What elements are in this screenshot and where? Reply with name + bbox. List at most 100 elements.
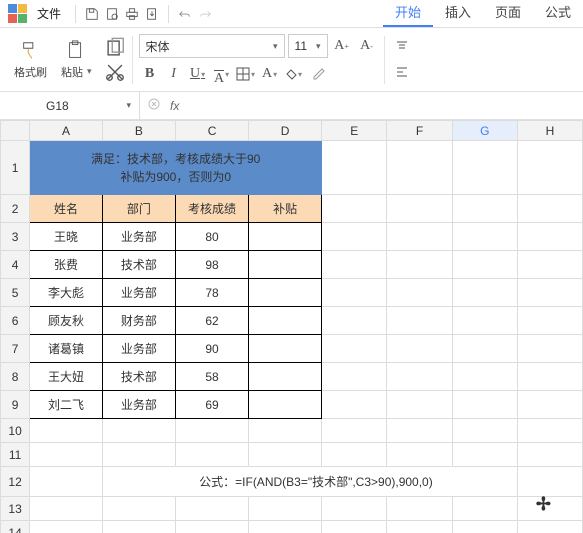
title-cell[interactable]: 满足：技术部，考核成绩大于90补贴为900，否则为0: [30, 141, 322, 195]
cell[interactable]: [518, 335, 583, 363]
cell[interactable]: [387, 279, 452, 307]
formula-display[interactable]: 公式：=IF(AND(B3="技术部",C3>90),900,0): [102, 467, 517, 497]
cell[interactable]: [387, 363, 452, 391]
cell[interactable]: [30, 419, 103, 443]
cell[interactable]: [518, 307, 583, 335]
cell[interactable]: [30, 443, 103, 467]
data-score[interactable]: 62: [175, 307, 248, 335]
col-header-C[interactable]: C: [175, 121, 248, 141]
cell[interactable]: [387, 391, 452, 419]
cell[interactable]: [175, 419, 248, 443]
row-header-6[interactable]: 6: [1, 307, 30, 335]
cell[interactable]: [518, 279, 583, 307]
tab-insert[interactable]: 插入: [433, 0, 483, 27]
cell[interactable]: [518, 467, 583, 497]
col-header-H[interactable]: H: [518, 121, 583, 141]
data-name[interactable]: 诸葛镇: [30, 335, 103, 363]
app-grid-icon[interactable]: [8, 4, 27, 23]
align-left-icon[interactable]: [391, 61, 413, 83]
cell[interactable]: [322, 497, 387, 521]
cell[interactable]: [518, 223, 583, 251]
cell[interactable]: [452, 195, 517, 223]
row-header-3[interactable]: 3: [1, 223, 30, 251]
cell[interactable]: [322, 443, 387, 467]
cell[interactable]: [249, 521, 322, 533]
cell[interactable]: [30, 467, 103, 497]
cell[interactable]: [387, 251, 452, 279]
row-header-7[interactable]: 7: [1, 335, 30, 363]
preview-icon[interactable]: [104, 6, 120, 22]
clear-format-button[interactable]: [307, 63, 329, 85]
cell[interactable]: [387, 419, 452, 443]
tab-page[interactable]: 页面: [483, 0, 533, 27]
font-name-select[interactable]: 宋体 ▾: [139, 34, 285, 58]
row-header-2[interactable]: 2: [1, 195, 30, 223]
cell[interactable]: [249, 497, 322, 521]
cell[interactable]: [387, 335, 452, 363]
cell[interactable]: [452, 307, 517, 335]
font-color-button[interactable]: A: [259, 63, 281, 85]
data-score[interactable]: 80: [175, 223, 248, 251]
cell[interactable]: [452, 279, 517, 307]
cell[interactable]: [387, 223, 452, 251]
cell[interactable]: [518, 521, 583, 533]
cell[interactable]: [322, 251, 387, 279]
col-header-G[interactable]: G: [452, 121, 517, 141]
cell[interactable]: [387, 443, 452, 467]
strike-button[interactable]: A: [211, 63, 233, 85]
cell[interactable]: [175, 443, 248, 467]
col-header-B[interactable]: B: [102, 121, 175, 141]
cell[interactable]: [249, 443, 322, 467]
underline-button[interactable]: U: [187, 63, 209, 85]
cell[interactable]: [452, 251, 517, 279]
cell[interactable]: [518, 251, 583, 279]
data-dept[interactable]: 业务部: [102, 391, 175, 419]
cell[interactable]: [322, 141, 387, 195]
data-score[interactable]: 58: [175, 363, 248, 391]
data-score[interactable]: 69: [175, 391, 248, 419]
cell[interactable]: [175, 497, 248, 521]
cell[interactable]: [30, 521, 103, 533]
border-button[interactable]: [235, 63, 257, 85]
cell[interactable]: [102, 419, 175, 443]
col-header-A[interactable]: A: [30, 121, 103, 141]
cell[interactable]: [452, 335, 517, 363]
cell[interactable]: [322, 307, 387, 335]
col-header-E[interactable]: E: [322, 121, 387, 141]
row-header-12[interactable]: 12: [1, 467, 30, 497]
data-score[interactable]: 78: [175, 279, 248, 307]
data-name[interactable]: 李大彪: [30, 279, 103, 307]
data-subsidy[interactable]: [249, 391, 322, 419]
fill-color-button[interactable]: [283, 63, 305, 85]
cell[interactable]: [452, 521, 517, 533]
cell[interactable]: [518, 419, 583, 443]
format-painter-button[interactable]: 格式刷: [8, 38, 53, 82]
data-dept[interactable]: 财务部: [102, 307, 175, 335]
cell[interactable]: [387, 307, 452, 335]
data-subsidy[interactable]: [249, 279, 322, 307]
data-name[interactable]: 刘二飞: [30, 391, 103, 419]
row-header-5[interactable]: 5: [1, 279, 30, 307]
cancel-formula-icon[interactable]: [148, 98, 160, 113]
header-score[interactable]: 考核成绩: [175, 195, 248, 223]
align-top-icon[interactable]: [391, 36, 413, 58]
data-name[interactable]: 张费: [30, 251, 103, 279]
row-header-9[interactable]: 9: [1, 391, 30, 419]
redo-icon[interactable]: [197, 6, 213, 22]
data-name[interactable]: 王晓: [30, 223, 103, 251]
cell[interactable]: [322, 363, 387, 391]
cell[interactable]: [518, 195, 583, 223]
row-header-14[interactable]: 14: [1, 521, 30, 533]
data-score[interactable]: 90: [175, 335, 248, 363]
row-header-4[interactable]: 4: [1, 251, 30, 279]
copy-icon[interactable]: [104, 37, 126, 59]
italic-button[interactable]: I: [163, 63, 185, 85]
cut-icon[interactable]: [104, 61, 126, 83]
row-header-13[interactable]: 13: [1, 497, 30, 521]
cell[interactable]: [387, 497, 452, 521]
cell[interactable]: [102, 443, 175, 467]
row-header-10[interactable]: 10: [1, 419, 30, 443]
data-subsidy[interactable]: [249, 307, 322, 335]
bold-button[interactable]: B: [139, 63, 161, 85]
increase-font-icon[interactable]: A+: [331, 35, 353, 57]
